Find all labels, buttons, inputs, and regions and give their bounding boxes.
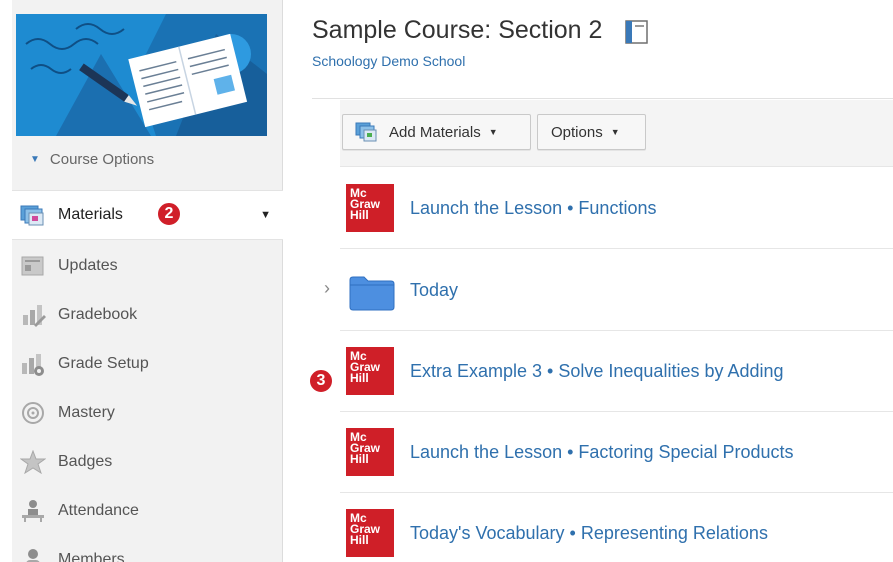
sidebar-item-label: Badges	[58, 453, 113, 470]
main-content: Sample Course: Section 2 Schoology Demo …	[284, 0, 893, 562]
chevron-down-icon: ▼	[30, 153, 40, 165]
list-item[interactable]: Mc Graw Hill Launch the Lesson • Factori…	[340, 412, 893, 493]
sidebar-item-grade-setup[interactable]: Grade Setup	[12, 339, 283, 389]
mcgraw-hill-logo: Mc Graw Hill	[346, 428, 394, 476]
sidebar-item-badges[interactable]: Badges	[12, 437, 283, 487]
chevron-right-icon[interactable]: ›	[324, 278, 330, 299]
options-button[interactable]: Options ▼	[537, 114, 646, 150]
material-link[interactable]: Today's Vocabulary • Representing Relati…	[410, 523, 768, 544]
badges-icon	[20, 450, 46, 474]
grade-setup-icon	[22, 354, 44, 376]
sidebar-item-materials[interactable]: Materials ▼	[12, 190, 283, 240]
logo-line: Hill	[350, 533, 369, 547]
material-link[interactable]: Launch the Lesson • Factoring Special Pr…	[410, 442, 794, 463]
sidebar: ▼ Course Options Materials ▼ 2 Updates G…	[0, 0, 283, 562]
divider	[312, 98, 893, 99]
sidebar-item-gradebook[interactable]: Gradebook	[12, 290, 283, 340]
callout-badge-3: 3	[309, 369, 333, 393]
folder-link[interactable]: Today	[410, 280, 458, 301]
updates-icon	[21, 256, 44, 276]
school-link[interactable]: Schoology Demo School	[312, 53, 465, 69]
material-link[interactable]: Launch the Lesson • Functions	[410, 198, 656, 219]
course-banner-image	[16, 14, 267, 136]
sidebar-item-label: Mastery	[58, 404, 115, 421]
materials-icon	[20, 205, 44, 226]
folder-icon	[349, 276, 395, 311]
course-info-icon[interactable]	[625, 20, 648, 44]
mcgraw-hill-logo: Mc Graw Hill	[346, 347, 394, 395]
list-item[interactable]: Mc Graw Hill Launch the Lesson • Functio…	[340, 168, 893, 249]
chevron-down-icon: ▼	[610, 127, 620, 137]
logo-line: Hill	[350, 452, 369, 466]
options-label: Options	[551, 123, 603, 141]
add-materials-label: Add Materials	[389, 123, 481, 141]
mcgraw-hill-logo: Mc Graw Hill	[346, 509, 394, 557]
course-options-toggle[interactable]: ▼ Course Options	[30, 146, 154, 172]
members-icon	[26, 549, 40, 562]
materials-toolbar: Add Materials ▼ Options ▼	[340, 100, 893, 167]
sidebar-item-label: Gradebook	[58, 306, 138, 323]
gradebook-icon	[23, 305, 46, 327]
list-item[interactable]: Mc Graw Hill Extra Example 3 • Solve Ine…	[340, 331, 893, 412]
sidebar-item-label: Updates	[58, 257, 118, 274]
material-link[interactable]: Extra Example 3 • Solve Inequalities by …	[410, 361, 784, 382]
sidebar-item-label: Grade Setup	[58, 355, 149, 372]
add-materials-button[interactable]: Add Materials ▼	[342, 114, 531, 150]
list-item[interactable]: Mc Graw Hill Today's Vocabulary • Repres…	[340, 493, 893, 562]
caret-down-icon[interactable]: ▼	[260, 209, 271, 221]
sidebar-item-mastery[interactable]: Mastery	[12, 388, 283, 438]
callout-badge-2: 2	[157, 202, 181, 226]
sidebar-item-attendance[interactable]: Attendance	[12, 486, 283, 536]
list-item[interactable]: › Today	[324, 250, 893, 331]
course-options-label: Course Options	[49, 150, 155, 168]
page-title: Sample Course: Section 2	[312, 16, 603, 44]
logo-line: Hill	[350, 371, 369, 385]
sidebar-item-label: Attendance	[58, 502, 139, 519]
attendance-icon	[22, 500, 44, 522]
sidebar-item-updates[interactable]: Updates	[12, 241, 283, 291]
add-materials-icon	[355, 122, 377, 142]
mastery-icon	[22, 402, 44, 424]
logo-line: Hill	[350, 208, 369, 222]
sidebar-item-label: Materials	[58, 206, 123, 223]
sidebar-item-label: Members	[58, 551, 125, 562]
chevron-down-icon: ▼	[488, 127, 498, 137]
mcgraw-hill-logo: Mc Graw Hill	[346, 184, 394, 232]
sidebar-item-members[interactable]: Members	[12, 535, 283, 562]
